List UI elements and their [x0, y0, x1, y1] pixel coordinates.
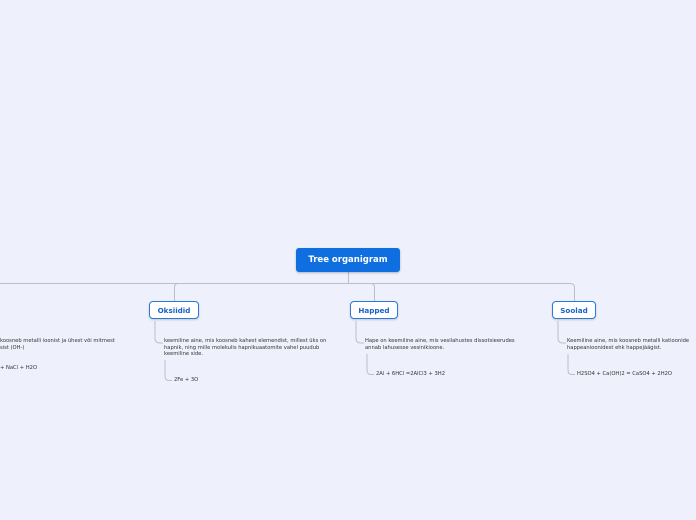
- bus-to-oksiidid-line: [174, 283, 179, 301]
- description-line: keemiline aine, mis koosneb kahest eleme…: [164, 338, 327, 344]
- happed-eq-connector: [366, 354, 374, 375]
- branch-2-equation: 2Al + 6HCl =2AlCl3 + 3H2: [376, 371, 445, 377]
- description-line: happeanioonidest ehk happejäägist.: [567, 344, 662, 351]
- branch-3-equation: H2SO4 + Ca(OH)2 = CaSO4 + 2H2O: [577, 371, 673, 377]
- root-node[interactable]: Tree organigram: [296, 248, 400, 272]
- topic-label: Soolad: [560, 305, 588, 315]
- soolad-eq-connector: [567, 354, 575, 375]
- description-line: hapnik, ning mille molekulis hapnikuaato…: [164, 344, 320, 351]
- topic-oksiidid[interactable]: Oksiidid: [149, 301, 199, 319]
- description-line: koosneb metalli ioonist ja ühest või mit…: [0, 338, 115, 344]
- horizontal-bus-line: [0, 283, 575, 301]
- branch-1-equation: 2Fe + 3O: [174, 377, 199, 383]
- bus-to-happed-line: [370, 283, 375, 301]
- topic-label: Happed: [358, 305, 390, 315]
- oksiidid-eq-connector: [164, 360, 172, 381]
- happed-desc-connector: [355, 321, 364, 344]
- branch-0-equation: + NaCl + H2O: [0, 365, 38, 371]
- branch-2-description: Hape on keemiline aine, mis vesilahustes…: [365, 338, 515, 351]
- topic-label: Oksiidid: [157, 305, 191, 315]
- description-line: sist (OH-): [0, 344, 25, 351]
- branch-1-description: keemiline aine, mis koosneb kahest eleme…: [164, 338, 326, 358]
- root-title: Tree organigram: [308, 255, 388, 265]
- topic-soolad[interactable]: Soolad: [552, 301, 596, 319]
- description-line: Keemiline aine, mis koosneb metalli kati…: [567, 338, 690, 344]
- description-line: keemiline side.: [164, 351, 203, 358]
- oksiidid-desc-connector: [154, 321, 163, 344]
- soolad-desc-connector: [557, 321, 566, 344]
- description-line: annab lahusesse vesinikioone.: [365, 344, 445, 351]
- description-line: Hape on keemiline aine, mis vesilahustes…: [365, 338, 515, 344]
- branch-3-description: Keemiline aine, mis koosneb metalli kati…: [567, 338, 689, 351]
- topic-happed[interactable]: Happed: [350, 301, 398, 319]
- branch-0-description: koosneb metalli ioonist ja ühest või mit…: [0, 338, 115, 351]
